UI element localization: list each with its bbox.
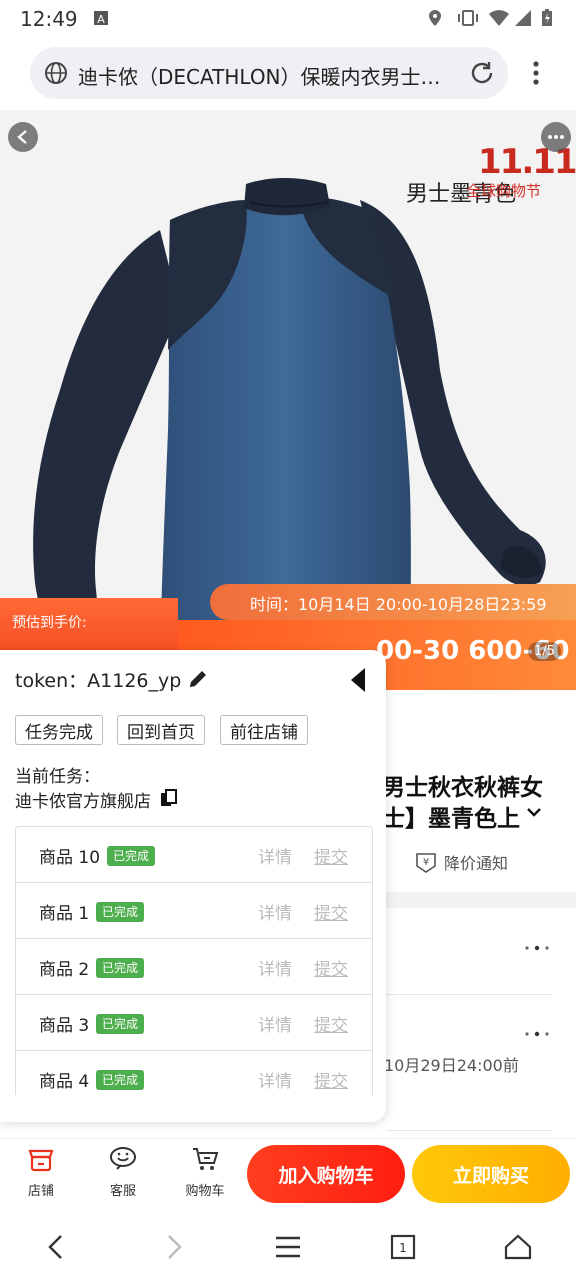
- task-row: 商品 3 已完成 详情 提交: [16, 995, 372, 1051]
- task-row: 商品 2 已完成 详情 提交: [16, 939, 372, 995]
- status-badge: 已完成: [96, 1070, 145, 1090]
- browser-nav-bar: 1: [0, 1214, 576, 1280]
- status-time: 12:49: [20, 7, 78, 31]
- location-icon: [429, 10, 441, 26]
- row-divider-2: [386, 1130, 552, 1131]
- detail-link[interactable]: 详情: [258, 955, 292, 980]
- back-icon[interactable]: [42, 1232, 72, 1262]
- vibrate-icon: [458, 10, 478, 26]
- battery-icon: [542, 9, 552, 26]
- notification-app-icon: A: [94, 11, 108, 26]
- browser-menu-icon[interactable]: [526, 58, 546, 88]
- wifi-icon: [489, 10, 509, 26]
- submit-link[interactable]: 提交: [314, 843, 348, 868]
- store-name: 迪卡侬官方旗舰店: [15, 792, 151, 812]
- store-icon: [28, 1149, 54, 1172]
- detail-link[interactable]: 详情: [258, 899, 292, 924]
- store-tab-label: 店铺: [27, 1184, 54, 1199]
- task-name: 商品 1: [39, 904, 90, 924]
- buy-now-button[interactable]: 立即购买: [412, 1145, 570, 1203]
- customer-service-tab[interactable]: 客服: [93, 1139, 153, 1215]
- tabs-count-icon[interactable]: 1: [388, 1232, 418, 1262]
- signal-icon: [515, 10, 531, 26]
- url-text[interactable]: 迪卡侬（DECATHLON）保暖内衣男士…: [78, 61, 458, 90]
- more-options-icon[interactable]: [522, 945, 552, 951]
- submit-link[interactable]: 提交: [314, 955, 348, 980]
- chat-icon: [110, 1147, 136, 1170]
- status-badge: 已完成: [107, 846, 156, 866]
- image-pager: 1/5: [528, 642, 561, 661]
- detail-link[interactable]: 详情: [258, 1011, 292, 1036]
- add-to-cart-button[interactable]: 加入购物车: [247, 1145, 405, 1203]
- address-bar[interactable]: 迪卡侬（DECATHLON）保暖内衣男士…: [30, 47, 508, 99]
- edit-pencil-icon[interactable]: [187, 668, 209, 690]
- status-badge: 已完成: [96, 958, 145, 978]
- promo-price-label: 预估到手价:: [12, 615, 87, 631]
- task-name: 商品 2: [39, 960, 90, 980]
- price-alert-button[interactable]: ¥ 降价通知: [414, 848, 544, 876]
- more-dots-icon: [548, 135, 564, 139]
- product-title-line2: 士】墨青色上: [382, 806, 520, 832]
- more-options-icon-2[interactable]: [522, 1031, 552, 1037]
- expand-chevron-icon[interactable]: [526, 806, 542, 818]
- token-label: token：: [15, 670, 88, 692]
- back-circle-button[interactable]: [8, 122, 38, 152]
- price-alert-label: 降价通知: [444, 854, 509, 873]
- submit-link[interactable]: 提交: [314, 1067, 348, 1092]
- svg-text:¥: ¥: [423, 857, 429, 868]
- task-complete-button[interactable]: 任务完成: [15, 715, 103, 745]
- globe-icon: [45, 62, 67, 84]
- task-name: 商品 3: [39, 1016, 90, 1036]
- svg-text:1: 1: [399, 1241, 407, 1255]
- bottom-action-bar: 店铺 客服 购物车 加入购物车 立即购买: [0, 1138, 576, 1215]
- task-row: 商品 1 已完成 详情 提交: [16, 883, 372, 939]
- task-list: 商品 10 已完成 详情 提交 商品 1 已完成 详情 提交 商品 2 已完成 …: [15, 826, 373, 1095]
- product-title-line1: 男士秋衣秋裤女: [382, 775, 543, 801]
- back-arrow-icon: [17, 130, 27, 144]
- store-tab[interactable]: 店铺: [11, 1139, 71, 1215]
- svg-text:A: A: [97, 13, 105, 26]
- promo-deadline: 10月29日24:00前: [384, 1056, 519, 1075]
- row-divider: [386, 994, 552, 995]
- festival-badge-text: 全球购物节: [466, 182, 542, 200]
- status-badge: 已完成: [96, 1014, 145, 1034]
- status-bar: 12:49 A: [0, 0, 576, 36]
- collapse-panel-icon[interactable]: [350, 667, 366, 693]
- cart-tab[interactable]: 购物车: [175, 1139, 235, 1215]
- token-row: token：A1126_yp: [15, 666, 181, 693]
- promo-time-banner: 时间：10月14日 20:00-10月28日23:59: [210, 584, 576, 620]
- task-name: 商品 4: [39, 1072, 90, 1092]
- copy-icon[interactable]: [160, 789, 178, 807]
- current-task-label: 当前任务：: [15, 767, 100, 787]
- status-badge: 已完成: [96, 902, 145, 922]
- task-row: 商品 4 已完成 详情 提交: [16, 1051, 372, 1095]
- task-panel: token：A1126_yp 任务完成 回到首页 前往店铺 当前任务： 迪卡侬官…: [0, 650, 386, 1122]
- reload-icon[interactable]: [468, 59, 496, 87]
- more-circle-button[interactable]: [541, 122, 571, 152]
- task-row: 商品 10 已完成 详情 提交: [16, 827, 372, 883]
- submit-link[interactable]: 提交: [314, 899, 348, 924]
- detail-link[interactable]: 详情: [258, 1067, 292, 1092]
- back-home-button[interactable]: 回到首页: [117, 715, 205, 745]
- cart-icon: [193, 1148, 219, 1170]
- task-name: 商品 10: [39, 848, 101, 868]
- promo-time-text: 时间：10月14日 20:00-10月28日23:59: [250, 595, 547, 614]
- forward-icon[interactable]: [158, 1232, 188, 1262]
- home-icon[interactable]: [503, 1232, 533, 1262]
- go-to-store-button[interactable]: 前往店铺: [220, 715, 308, 745]
- customer-service-label: 客服: [109, 1184, 136, 1199]
- token-value: A1126_yp: [87, 670, 182, 692]
- menu-icon[interactable]: [273, 1232, 303, 1262]
- price-tag-icon: ¥: [416, 853, 436, 873]
- cart-tab-label: 购物车: [185, 1184, 225, 1199]
- submit-link[interactable]: 提交: [314, 1011, 348, 1036]
- detail-link[interactable]: 详情: [258, 843, 292, 868]
